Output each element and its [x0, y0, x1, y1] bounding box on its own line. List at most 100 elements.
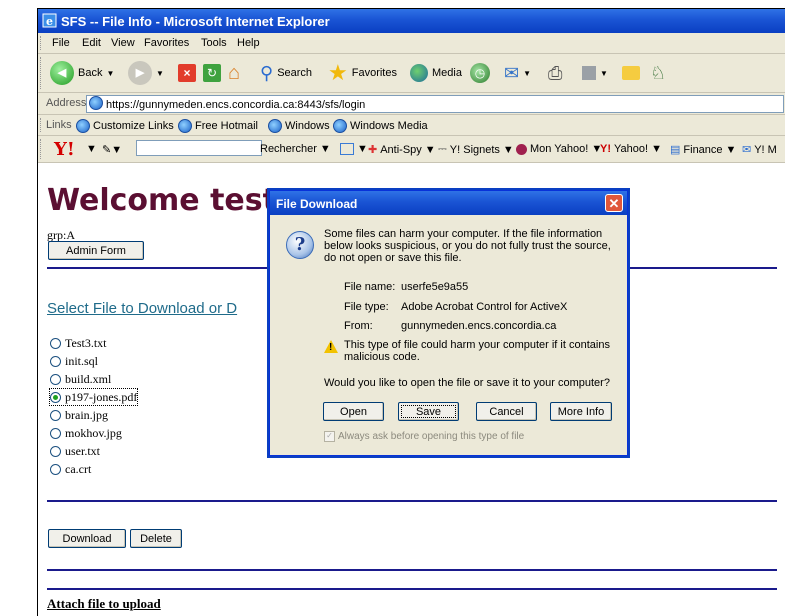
- menu-edit[interactable]: Edit: [82, 37, 101, 49]
- chevron-down-icon[interactable]: ▼: [156, 69, 164, 78]
- highlight-button[interactable]: ▼: [340, 143, 368, 155]
- link-windows[interactable]: Windows: [268, 119, 330, 133]
- file-item[interactable]: init.sql: [50, 353, 98, 369]
- file-name: brain.jpg: [65, 407, 108, 422]
- radio-button[interactable]: [50, 445, 61, 457]
- mail-button[interactable]: ✉ ▼: [504, 60, 531, 86]
- file-item[interactable]: mokhov.jpg: [50, 425, 122, 441]
- home-button[interactable]: ⌂: [228, 60, 240, 86]
- address-bar: Address https://gunnymeden.encs.concordi…: [38, 93, 785, 115]
- file-type-label: File type:: [344, 301, 389, 313]
- file-item[interactable]: user.txt: [50, 443, 100, 459]
- radio-button[interactable]: [50, 463, 61, 475]
- chevron-down-icon: ▼: [319, 143, 331, 155]
- file-item-selected[interactable]: p197-jones.pdf: [48, 388, 139, 406]
- link-windows-media[interactable]: Windows Media: [333, 119, 428, 133]
- finance-button[interactable]: ▤ Finance ▼: [670, 143, 736, 157]
- discuss-button[interactable]: [622, 60, 640, 86]
- favorites-label: Favorites: [351, 67, 397, 79]
- edit-pencil-icon[interactable]: ✎▼: [102, 143, 122, 156]
- menu-tools[interactable]: Tools: [201, 37, 227, 49]
- link-free-hotmail[interactable]: Free Hotmail: [178, 119, 258, 133]
- file-name: build.xml: [65, 371, 112, 386]
- menu-file[interactable]: File: [52, 37, 70, 49]
- svg-text:e: e: [46, 15, 53, 28]
- radio-button-selected[interactable]: [50, 391, 61, 403]
- chevron-down-icon[interactable]: ▼: [106, 69, 114, 78]
- ie-page-icon: [178, 119, 192, 133]
- file-name-label: File name:: [344, 281, 396, 293]
- media-button[interactable]: Media: [410, 60, 462, 86]
- file-name: p197-jones.pdf: [65, 389, 138, 404]
- menu-bar: File Edit View Favorites Tools Help: [38, 33, 785, 54]
- stop-icon: ×: [178, 64, 196, 82]
- history-button[interactable]: ◷: [470, 60, 490, 86]
- menu-help[interactable]: Help: [237, 37, 260, 49]
- favorites-button[interactable]: ★ Favorites: [328, 60, 397, 86]
- delete-button[interactable]: Delete: [130, 529, 182, 548]
- menu-view[interactable]: View: [111, 37, 135, 49]
- anti-spy-label: Anti-Spy: [380, 143, 422, 156]
- file-item[interactable]: build.xml: [50, 371, 111, 387]
- close-icon[interactable]: ✕: [605, 194, 623, 212]
- radio-button[interactable]: [50, 373, 61, 385]
- yahoo-search-input[interactable]: [136, 140, 262, 156]
- link-label: Free Hotmail: [195, 120, 258, 132]
- forward-button[interactable]: ▶ ▼: [128, 60, 164, 86]
- print-button[interactable]: ⎙: [548, 60, 562, 86]
- radio-button[interactable]: [50, 337, 61, 349]
- edit-button[interactable]: ▼: [582, 60, 608, 86]
- select-file-link[interactable]: Select File to Download or D: [47, 300, 237, 317]
- back-button[interactable]: ◀ Back ▼: [50, 60, 114, 86]
- file-item[interactable]: Test3.txt: [50, 335, 107, 351]
- radio-button[interactable]: [50, 427, 61, 439]
- link-label: Windows Media: [350, 120, 428, 132]
- my-yahoo-button[interactable]: Mon Yahoo! ▼: [516, 143, 602, 155]
- search-button[interactable]: ⚲ Search: [260, 60, 312, 86]
- stop-button[interactable]: ×: [178, 60, 196, 86]
- save-button[interactable]: Save: [398, 402, 459, 421]
- checkbox-check-icon: ✓: [324, 431, 335, 442]
- finance-label: Finance: [683, 143, 723, 156]
- toolbar-grip: [40, 118, 44, 132]
- file-item[interactable]: ca.crt: [50, 461, 91, 477]
- yahoo-mail-button[interactable]: ✉ Y! M: [742, 143, 777, 157]
- chevron-down-icon[interactable]: ▼: [600, 69, 608, 78]
- link-label: Windows: [285, 120, 330, 132]
- mail-icon: ✉: [742, 144, 752, 156]
- link-customize-links[interactable]: Customize Links: [76, 119, 174, 133]
- radio-button[interactable]: [50, 409, 61, 421]
- anti-spy-button[interactable]: ✚ Anti-Spy ▼: [368, 143, 436, 157]
- file-download-dialog: File Download ✕ ? Some files can harm yo…: [269, 190, 628, 456]
- menu-favorites[interactable]: Favorites: [144, 37, 189, 49]
- yahoo-mail-label: Y! M: [754, 143, 777, 156]
- signets-label: Y! Signets: [449, 143, 500, 156]
- question-icon: ?: [286, 231, 314, 259]
- file-name: init.sql: [65, 353, 99, 368]
- search-label: Rechercher: [260, 143, 317, 155]
- radio-button[interactable]: [50, 355, 61, 367]
- back-label: Back: [78, 67, 103, 79]
- more-info-button[interactable]: More Info: [550, 402, 612, 421]
- address-input[interactable]: https://gunnymeden.encs.concordia.ca:844…: [86, 95, 784, 113]
- signets-button[interactable]: ⎓ Y! Signets ▼: [438, 143, 514, 156]
- download-button[interactable]: Download: [48, 529, 126, 548]
- file-item[interactable]: brain.jpg: [50, 407, 108, 423]
- toolbar-grip: [40, 139, 44, 159]
- always-ask-checkbox[interactable]: ✓ Always ask before opening this type of …: [324, 431, 524, 442]
- yahoo-logo[interactable]: Y!: [54, 139, 75, 160]
- cancel-button[interactable]: Cancel: [476, 402, 537, 421]
- mail-icon: ✉: [504, 62, 520, 83]
- admin-form-button[interactable]: Admin Form: [48, 241, 144, 260]
- toolbar-grip: [40, 57, 44, 89]
- edit-icon: [582, 66, 596, 80]
- messenger-button[interactable]: ♘: [650, 60, 666, 86]
- file-name-value: userfe5e9a55: [401, 281, 469, 293]
- file-type-row: File type: Adobe Acrobat Control for Acti…: [344, 301, 567, 313]
- refresh-button[interactable]: ↻: [203, 60, 221, 86]
- search-button[interactable]: Rechercher ▼: [260, 143, 331, 155]
- yahoo-button[interactable]: Y! Yahoo! ▼: [600, 143, 662, 155]
- chevron-down-icon[interactable]: ▼: [523, 69, 531, 78]
- open-button[interactable]: Open: [323, 402, 384, 421]
- chevron-down-icon[interactable]: ▼: [86, 143, 97, 155]
